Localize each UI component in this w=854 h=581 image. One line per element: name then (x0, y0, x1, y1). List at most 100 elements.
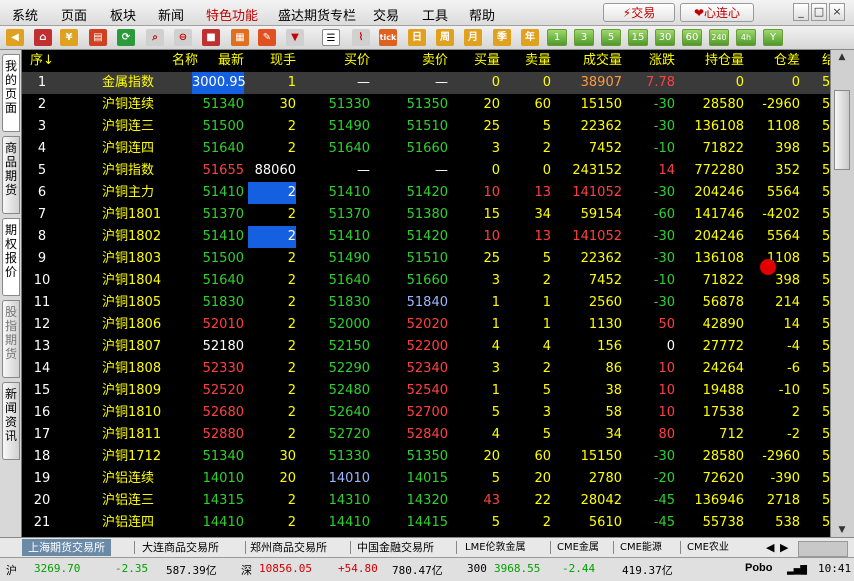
period-240[interactable]: 240 (709, 29, 729, 46)
period-4h[interactable]: 4h (736, 29, 756, 46)
exchange-tab-shfe[interactable]: 上海期货交易所 (22, 539, 111, 556)
scroll-up-icon[interactable]: ▲ (834, 50, 850, 64)
home-icon[interactable]: ⌂ (34, 29, 52, 46)
table-row[interactable]: 6 沪铜主力 51410 2 51410 51420 10 13 141052 -30 204246… (22, 182, 830, 204)
grid-icon[interactable]: ▦ (231, 29, 249, 46)
side-tab-options-quotes[interactable]: 期权报价 (2, 218, 20, 296)
table-row[interactable]: 12 沪铜1806 52010 2 52000 52020 1 1 1130 50 42890 14 5 (22, 314, 830, 336)
close-button[interactable]: × (829, 3, 845, 21)
exchange-tab-cme-metals[interactable]: CME金属 (557, 539, 599, 556)
vertical-scrollbar[interactable]: ▲ ▼ (830, 50, 854, 537)
table-row[interactable]: 13 沪铜1807 52180 2 52150 52200 4 4 156 0 27772 -4 5 (22, 336, 830, 358)
period-30[interactable]: 30 (655, 29, 675, 46)
back-arrow-icon[interactable]: ◀ (6, 29, 24, 46)
table-row[interactable]: 14 沪铜1808 52330 2 52290 52340 3 2 86 10 24264 -6 5 (22, 358, 830, 380)
menu-news[interactable]: 新闻 (158, 5, 184, 24)
period-year[interactable]: Y (763, 29, 783, 46)
table-row[interactable]: 19 沪铝连续 14010 20 14010 14015 5 20 2780 -20 72620 -3… (22, 468, 830, 490)
menu-special-features[interactable]: 特色功能 (206, 5, 258, 24)
table-row[interactable]: 8 沪铜1802 51410 2 51410 51420 10 13 141052 -30 2042… (22, 226, 830, 248)
table-row[interactable]: 3 沪铜连三 51500 2 51490 51510 25 5 22362 -30 136108 11… (22, 116, 830, 138)
table-row[interactable]: 4 沪铜连四 51640 2 51640 51660 3 2 7452 -10 71822 398 5 (22, 138, 830, 160)
col-name[interactable]: 名称 (102, 50, 198, 72)
red-square-icon[interactable]: ■ (202, 29, 220, 46)
menu-system[interactable]: 系统 (12, 5, 38, 24)
table-row[interactable]: 17 沪铜1811 52880 2 52720 52840 4 5 34 80 712 -2 5 (22, 424, 830, 446)
table-row[interactable]: 5 沪铜指数 51655 88060 — — 0 0 243152 14 772280 352 5 (22, 160, 830, 182)
period-5[interactable]: 5 (601, 29, 621, 46)
side-tab-my-page[interactable]: 我的页面 (2, 54, 20, 132)
col-seq[interactable]: 序↓ (22, 50, 62, 72)
period-15[interactable]: 15 (628, 29, 648, 46)
col-bid-qty[interactable]: 买量 (462, 50, 500, 72)
exchange-tab-cffex[interactable]: 中国金融交易所 (357, 539, 434, 556)
coin-icon[interactable]: ¥ (60, 29, 78, 46)
week-icon[interactable]: 周 (436, 29, 454, 46)
cell-ask-qty: 20 (534, 471, 551, 486)
period-60[interactable]: 60 (682, 29, 702, 46)
period-3[interactable]: 3 (574, 29, 594, 46)
menu-trade[interactable]: 交易 (373, 5, 399, 24)
search-icon[interactable]: ⌕ (146, 29, 164, 46)
table-row[interactable]: 10 沪铜1804 51640 2 51640 51660 3 2 7452 -10 71822 39… (22, 270, 830, 292)
col-last[interactable]: 最新 (192, 50, 244, 72)
line-chart-icon[interactable]: ⌇ (352, 29, 370, 46)
season-icon[interactable]: 季 (493, 29, 511, 46)
table-row[interactable]: 20 沪铝连三 14315 2 14310 14320 43 22 28042 -45 136946… (22, 490, 830, 512)
refresh-icon[interactable]: ⟳ (117, 29, 135, 46)
table-row[interactable]: 7 沪铜1801 51370 2 51370 51380 15 34 59154 -60 14174… (22, 204, 830, 226)
table-row[interactable]: 1 金属指数 3000.95 1 — — 0 0 38907 7.78 0 0 5 (22, 72, 830, 94)
zoom-out-icon[interactable]: ⊖ (174, 29, 192, 46)
filter-icon[interactable]: ▼ (286, 29, 304, 46)
scroll-down-icon[interactable]: ▼ (834, 523, 850, 537)
exchange-tab-czce[interactable]: 郑州商品交易所 (250, 539, 327, 556)
col-open-interest[interactable]: 持仓量 (682, 50, 744, 72)
menu-help[interactable]: 帮助 (469, 5, 495, 24)
tab-scroll-left-icon[interactable]: ◀ (766, 539, 774, 556)
minimize-button[interactable]: _ (793, 3, 809, 21)
pen-icon[interactable]: ✎ (258, 29, 276, 46)
menu-shengda-column[interactable]: 盛达期货专栏 (278, 5, 356, 24)
table-row[interactable]: 2 沪铜连续 51340 30 51330 51350 20 60 15150 -30 28580 -… (22, 94, 830, 116)
menu-page[interactable]: 页面 (61, 5, 87, 24)
year-icon[interactable]: 年 (521, 29, 539, 46)
col-settle[interactable]: 结 (822, 50, 830, 72)
col-change[interactable]: 涨跌 (637, 50, 675, 72)
news-icon[interactable]: ▤ (89, 29, 107, 46)
cell-ask: 51660 (406, 273, 448, 288)
tick-icon[interactable]: tick (379, 29, 397, 46)
col-ask-qty[interactable]: 卖量 (512, 50, 551, 72)
horizontal-scrollbar[interactable] (798, 541, 848, 557)
list-icon[interactable]: ☰ (322, 29, 340, 46)
col-oi-diff[interactable]: 仓差 (752, 50, 800, 72)
table-row[interactable]: 16 沪铜1810 52680 2 52640 52700 5 3 58 10 17538 2 5 (22, 402, 830, 424)
col-now[interactable]: 现手 (248, 50, 296, 72)
menu-sector[interactable]: 板块 (110, 5, 136, 24)
exchange-tab-cme-energy[interactable]: CME能源 (620, 539, 662, 556)
table-row[interactable]: 9 沪铜1803 51500 2 51490 51510 25 5 22362 -30 136108… (22, 248, 830, 270)
scroll-thumb[interactable] (834, 90, 850, 170)
cell-open-interest: 28580 (702, 97, 744, 112)
col-ask[interactable]: 卖价 (397, 50, 448, 72)
tab-scroll-right-icon[interactable]: ▶ (780, 539, 788, 556)
col-bid[interactable]: 买价 (317, 50, 370, 72)
table-row[interactable]: 18 沪铜1712 51340 30 51330 51350 20 60 15150 -30 285… (22, 446, 830, 468)
menu-tools[interactable]: 工具 (422, 5, 448, 24)
period-1[interactable]: 1 (547, 29, 567, 46)
month-icon[interactable]: 月 (464, 29, 482, 46)
side-tab-index-futures[interactable]: 股指期货 (2, 300, 20, 378)
table-row[interactable]: 11 沪铜1805 51830 2 51830 51840 1 1 2560 -30 56878 21… (22, 292, 830, 314)
cell-ask: 51420 (406, 185, 448, 200)
table-row[interactable]: 21 沪铝连四 14410 2 14410 14415 5 2 5610 -45 55738 538 5 (22, 512, 830, 534)
side-tab-commodity-futures[interactable]: 商品期货 (2, 136, 20, 214)
heart-button[interactable]: ❤心连心 (680, 3, 754, 22)
maximize-button[interactable]: □ (811, 3, 827, 21)
table-row[interactable]: 15 沪铜1809 52520 2 52480 52540 1 5 38 10 19488 -10 5 (22, 380, 830, 402)
exchange-tab-dce[interactable]: 大连商品交易所 (142, 539, 219, 556)
col-volume[interactable]: 成交量 (562, 50, 622, 72)
trade-button[interactable]: ⚡交易 (603, 3, 675, 22)
day-icon[interactable]: 日 (408, 29, 426, 46)
exchange-tab-cme-agri[interactable]: CME农业 (687, 539, 729, 556)
side-tab-news[interactable]: 新闻资讯 (2, 382, 20, 460)
exchange-tab-lme[interactable]: LME伦敦金属 (465, 539, 526, 556)
